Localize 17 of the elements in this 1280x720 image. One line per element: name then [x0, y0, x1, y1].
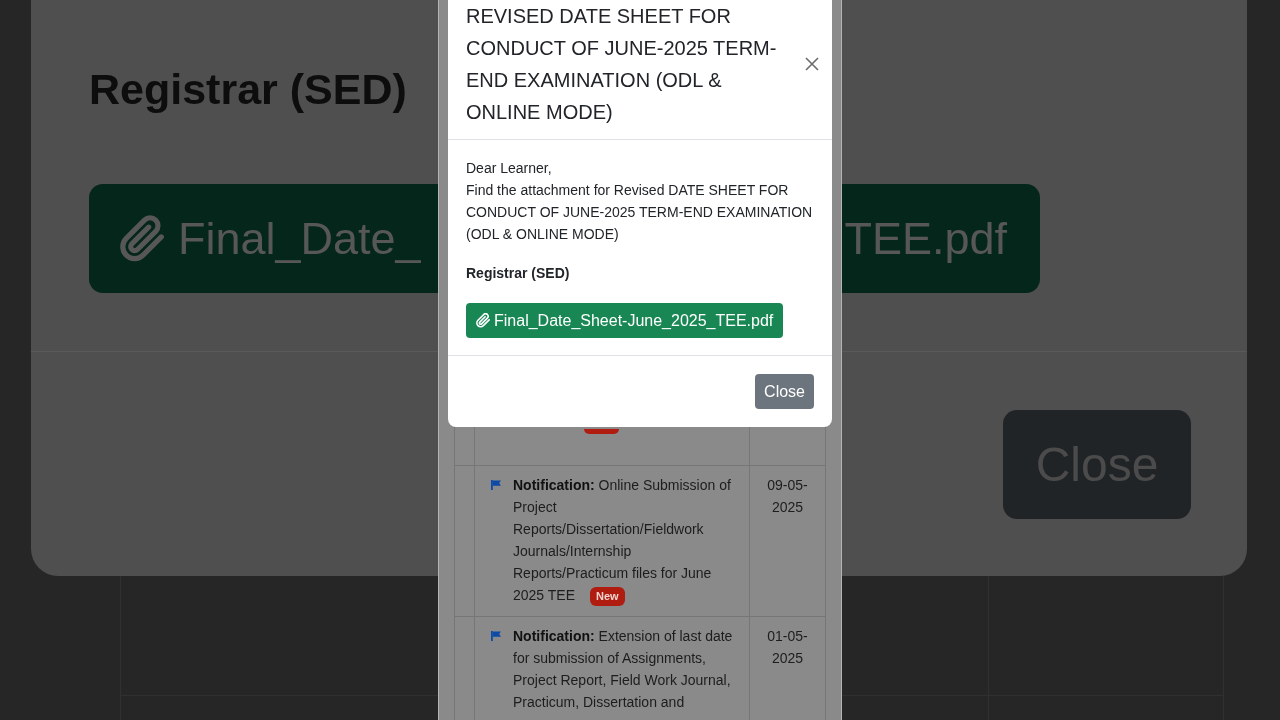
table-cell-text: 01-05-2025	[766, 627, 809, 668]
flag-icon	[491, 631, 501, 641]
paperclip-icon	[120, 214, 164, 263]
greeting-text: Dear Learner,	[466, 159, 553, 178]
modal-title: REVISED DATE SHEET FOR CONDUCT OF JUNE-2025 TERM-END EXAMINATION (ODL & ONLINE MODE)	[466, 4, 778, 125]
close-icon[interactable]	[805, 57, 819, 71]
heading-text: Registrar (SED)	[89, 64, 407, 115]
signature-text: Registrar (SED)	[466, 264, 571, 283]
attachment-button[interactable]: Final_Date_Sheet-June_2025_TEE.pdf	[466, 303, 784, 338]
notice-link[interactable]: Notification: Online Submission of Project Reports/Dissertation/Fieldwork Journals/Internship Reports/Practicum files for June 2025 TEE New	[513, 474, 743, 606]
close-button[interactable]: Close	[755, 374, 814, 409]
notice-link[interactable]: Notification: Extension of last date for submission of Assignments, Project Report, Field Work Journal, Practicum, Dissertation and	[513, 625, 743, 713]
paperclip-icon	[476, 313, 490, 328]
table-cell-text: 09-05-2025	[766, 476, 809, 517]
flag-icon	[491, 480, 501, 490]
new-badge: New	[590, 586, 625, 606]
message-text: Find the attachment for Revised DATE SHEET FOR CONDUCT OF JUNE-2025 TERM-END EXAMINATION (ODL & ONLINE MODE)	[466, 181, 814, 244]
